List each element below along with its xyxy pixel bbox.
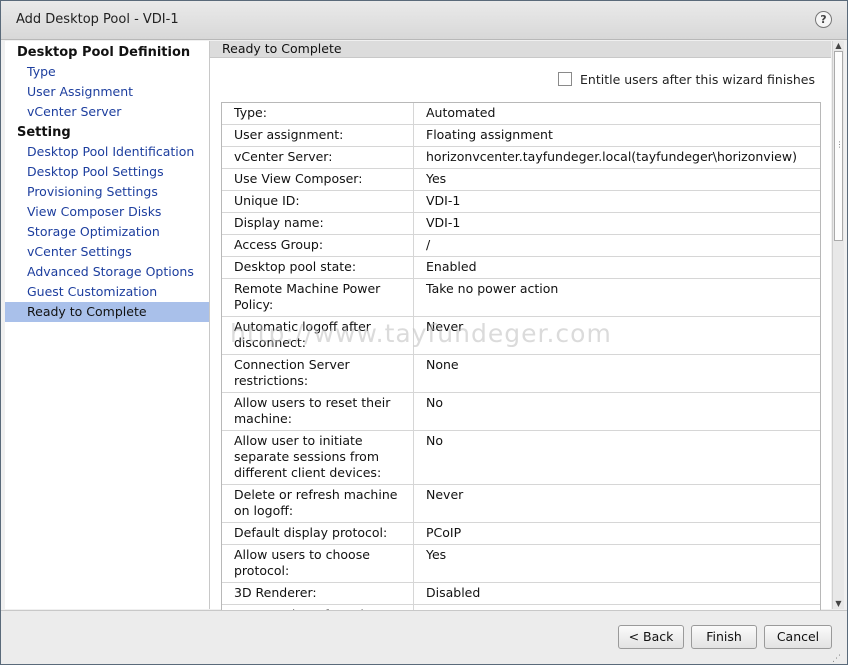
nav-item-type[interactable]: Type — [5, 62, 209, 82]
entitle-users-option[interactable]: Entitle users after this wizard finishes — [558, 72, 815, 87]
table-row: User assignment: Floating assignment — [222, 124, 820, 147]
row-key: Allow user to initiate separate sessions… — [222, 430, 414, 485]
row-value: None — [413, 354, 820, 393]
row-value: / — [413, 234, 820, 257]
table-row: Access Group: / — [222, 234, 820, 257]
row-value: Never — [413, 484, 820, 523]
table-row: Display name: VDI-1 — [222, 212, 820, 235]
finish-button[interactable]: Finish — [691, 625, 757, 649]
row-key: Allow users to choose protocol: — [222, 544, 414, 583]
table-row: Desktop pool state: Enabled — [222, 256, 820, 279]
table-row: Allow user to initiate separate sessions… — [222, 430, 820, 485]
panel-title: Ready to Complete — [222, 41, 342, 56]
table-row: Automatic logoff after disconnect: Never — [222, 316, 820, 355]
vertical-scrollbar[interactable]: ▲ ⋮ ▼ — [832, 41, 844, 609]
row-key: Unique ID: — [222, 190, 414, 213]
scroll-down-icon[interactable]: ▼ — [834, 599, 843, 609]
title-bar: Add Desktop Pool - VDI-1 ? — [1, 1, 847, 40]
table-row: Allow users to choose protocol: Yes — [222, 544, 820, 583]
row-key: Access Group: — [222, 234, 414, 257]
table-row: Remote Machine Power Policy: Take no powe… — [222, 278, 820, 317]
table-row: Allow users to reset their machine: No — [222, 392, 820, 431]
table-row: Default display protocol: PCoIP — [222, 522, 820, 545]
nav-item-vcenter-settings[interactable]: vCenter Settings — [5, 242, 209, 262]
nav-item-guest-customization[interactable]: Guest Customization — [5, 282, 209, 302]
panel-header: Ready to Complete — [210, 41, 831, 58]
cancel-button[interactable]: Cancel — [764, 625, 832, 649]
scroll-up-icon[interactable]: ▲ — [834, 41, 843, 51]
nav-item-provisioning-settings[interactable]: Provisioning Settings — [5, 182, 209, 202]
row-value: Take no power action — [413, 278, 820, 317]
table-row: Delete or refresh machine on logoff: Neve… — [222, 484, 820, 523]
row-value: No — [413, 430, 820, 485]
scroll-thumb[interactable]: ⋮ — [834, 51, 844, 241]
dialog-footer: < Back Finish Cancel ⋰ — [1, 610, 847, 664]
entitle-users-checkbox[interactable] — [558, 72, 572, 86]
resize-grip-icon[interactable]: ⋰ — [832, 655, 841, 664]
grip-icon: ⋮ — [835, 140, 844, 149]
main-panel: Ready to Complete Entitle users after th… — [210, 41, 831, 610]
nav-section-title: Desktop Pool Definition — [17, 45, 191, 60]
row-key: Automatic logoff after disconnect: — [222, 316, 414, 355]
row-key: Remote Machine Power Policy: — [222, 278, 414, 317]
row-value: Automated — [413, 103, 820, 125]
row-key: Display name: — [222, 212, 414, 235]
nav-item-storage-optimization[interactable]: Storage Optimization — [5, 222, 209, 242]
row-value: Yes — [413, 168, 820, 191]
row-value: Never — [413, 316, 820, 355]
table-row: Connection Server restrictions: None — [222, 354, 820, 393]
row-key: vCenter Server: — [222, 146, 414, 169]
table-row: Type: Automated — [222, 103, 820, 125]
table-row: Unique ID: VDI-1 — [222, 190, 820, 213]
row-key: Default display protocol: — [222, 522, 414, 545]
row-value: horizonvcenter.tayfundeger.local(tayfund… — [413, 146, 820, 169]
row-value: No — [413, 392, 820, 431]
table-row: Use View Composer: Yes — [222, 168, 820, 191]
summary-table-container: Type: Automated User assignment: Floating a… — [221, 102, 821, 610]
row-value: PCoIP — [413, 522, 820, 545]
row-key: Allow users to reset their machine: — [222, 392, 414, 431]
nav-item-ready-to-complete[interactable]: Ready to Complete — [5, 302, 209, 322]
table-row: 3D Renderer: Disabled — [222, 582, 820, 605]
add-desktop-pool-dialog: Add Desktop Pool - VDI-1 ? Desktop Pool … — [0, 0, 848, 665]
window-title: Add Desktop Pool - VDI-1 — [16, 12, 179, 27]
row-key: Delete or refresh machine on logoff: — [222, 484, 414, 523]
row-key: Type: — [222, 103, 414, 125]
row-value: Yes — [413, 544, 820, 583]
table-row: vCenter Server: horizonvcenter.tayfundege… — [222, 146, 820, 169]
entitle-users-label: Entitle users after this wizard finishes — [580, 72, 815, 87]
help-icon[interactable]: ? — [815, 11, 832, 28]
nav-item-user-assignment[interactable]: User Assignment — [5, 82, 209, 102]
row-value: Enabled — [413, 256, 820, 279]
row-value: Floating assignment — [413, 124, 820, 147]
back-button[interactable]: < Back — [618, 625, 684, 649]
summary-table: Type: Automated User assignment: Floating a… — [222, 103, 820, 610]
row-key: Connection Server restrictions: — [222, 354, 414, 393]
row-key: User assignment: — [222, 124, 414, 147]
row-value: VDI-1 — [413, 212, 820, 235]
wizard-nav: Desktop Pool Definition Type User Assignme… — [5, 41, 210, 609]
nav-item-view-composer-disks[interactable]: View Composer Disks — [5, 202, 209, 222]
nav-item-advanced-storage-options[interactable]: Advanced Storage Options — [5, 262, 209, 282]
nav-item-desktop-pool-settings[interactable]: Desktop Pool Settings — [5, 162, 209, 182]
row-value: VDI-1 — [413, 190, 820, 213]
nav-item-desktop-pool-identification[interactable]: Desktop Pool Identification — [5, 142, 209, 162]
row-key: Use View Composer: — [222, 168, 414, 191]
nav-section-title: Setting — [17, 125, 71, 140]
nav-item-vcenter-server[interactable]: vCenter Server — [5, 102, 209, 122]
row-key: Desktop pool state: — [222, 256, 414, 279]
row-value: Disabled — [413, 582, 820, 605]
row-key: 3D Renderer: — [222, 582, 414, 605]
